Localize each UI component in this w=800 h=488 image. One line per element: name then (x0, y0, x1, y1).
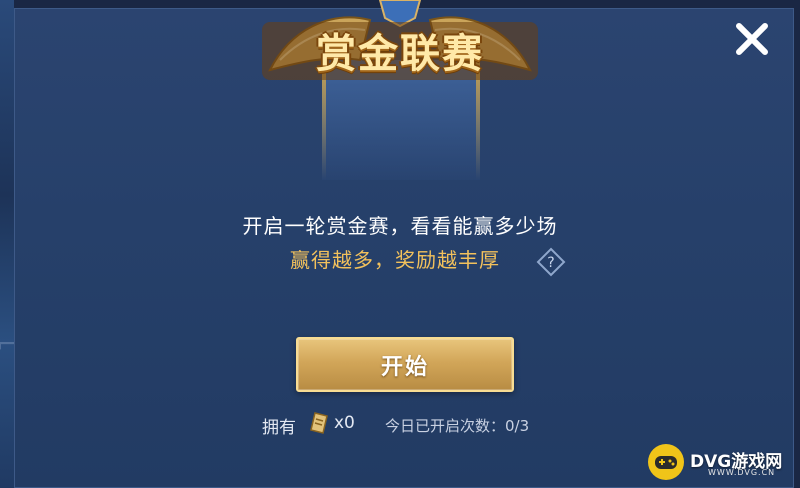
start-button[interactable]: 开始 (296, 337, 514, 392)
start-button-label: 开始 (380, 354, 429, 380)
help-diamond-icon[interactable]: ? (536, 247, 566, 277)
site-watermark: DVG游戏网 WWW.DVG.CN (648, 441, 798, 485)
svg-text:?: ? (547, 255, 554, 271)
ticket-icon (310, 412, 328, 434)
page-title: 赏金联赛 (316, 31, 484, 77)
close-icon (736, 23, 768, 55)
daily-open-count: 今日已开启次数：0/3 (385, 417, 530, 435)
close-button[interactable] (727, 14, 777, 64)
gamepad-logo-icon (648, 444, 684, 480)
watermark-url: WWW.DVG.CN (708, 468, 776, 477)
intro-text: 开启一轮赏金赛，看看能赢多少场 (242, 214, 558, 238)
owned-count: x0 (334, 413, 355, 433)
background-left-edge (0, 0, 14, 488)
owned-label: 拥有 (262, 418, 296, 438)
reward-text: 赢得越多，奖励越丰厚 (290, 248, 500, 272)
